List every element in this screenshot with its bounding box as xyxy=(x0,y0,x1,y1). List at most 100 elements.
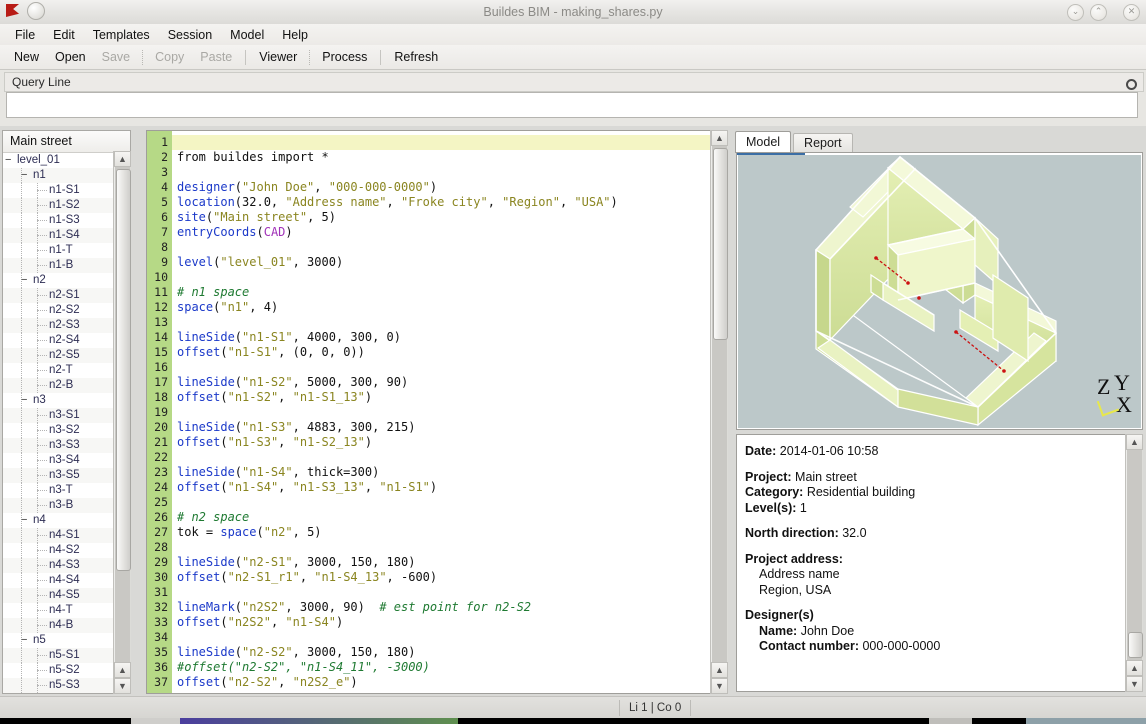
menu-templates[interactable]: Templates xyxy=(84,26,159,44)
tab-model[interactable]: Model xyxy=(735,131,791,153)
tree-body[interactable]: −level_01−n1n1-S1n1-S2n1-S3n1-S4n1-Tn1-B… xyxy=(3,153,130,694)
tree-item-n5[interactable]: −n5 xyxy=(3,633,130,648)
tree-item-n2-t[interactable]: n2-T xyxy=(3,363,130,378)
code-line[interactable]: offset("n1-S2", "n1-S1_13") xyxy=(172,390,711,405)
tree-item-n2-s3[interactable]: n2-S3 xyxy=(3,318,130,333)
code-editor[interactable]: 1234567891011121314151617181920212223242… xyxy=(147,131,711,693)
toolbar-viewer-button[interactable]: Viewer xyxy=(251,48,305,66)
tree-item-n1[interactable]: −n1 xyxy=(3,168,130,183)
report-scroll-thumb[interactable] xyxy=(1128,632,1143,658)
code-line[interactable] xyxy=(172,405,711,420)
tree-expander-icon[interactable]: − xyxy=(5,153,11,168)
tab-report[interactable]: Report xyxy=(793,133,853,153)
report-scroll-down-icon[interactable]: ▼ xyxy=(1126,676,1143,692)
tree-item-n3-s3[interactable]: n3-S3 xyxy=(3,438,130,453)
taskbar-item-1[interactable] xyxy=(131,718,180,724)
report-scrollbar[interactable]: ▲ ▲ ▼ xyxy=(1125,434,1143,692)
code-text-area[interactable]: from buildes import * designer("John Doe… xyxy=(172,131,711,693)
menu-edit[interactable]: Edit xyxy=(44,26,84,44)
tree-item-n2[interactable]: −n2 xyxy=(3,273,130,288)
code-line[interactable]: tok = space("n2", 5) xyxy=(172,525,711,540)
model-3d-view[interactable]: Z Y X xyxy=(738,155,1141,428)
tree-item-n3-s1[interactable]: n3-S1 xyxy=(3,408,130,423)
code-line[interactable]: # n2 space xyxy=(172,510,711,525)
tree-item-n1-t[interactable]: n1-T xyxy=(3,243,130,258)
tree-item-n4-s2[interactable]: n4-S2 xyxy=(3,543,130,558)
tree-item-n3-s4[interactable]: n3-S4 xyxy=(3,453,130,468)
tree-expander-icon[interactable]: − xyxy=(21,633,27,648)
code-line[interactable] xyxy=(172,540,711,555)
tree-scrollbar[interactable]: ▲ ▲ ▼ xyxy=(113,151,131,694)
code-line[interactable]: site("Main street", 5) xyxy=(172,210,711,225)
tree-item-n3-t[interactable]: n3-T xyxy=(3,483,130,498)
code-line[interactable]: level("level_01", 3000) xyxy=(172,255,711,270)
tree-item-n5-s1[interactable]: n5-S1 xyxy=(3,648,130,663)
tree-item-n2-s5[interactable]: n2-S5 xyxy=(3,348,130,363)
tree-item-n2-s1[interactable]: n2-S1 xyxy=(3,288,130,303)
editor-scroll-down-icon-a[interactable]: ▲ xyxy=(711,662,728,678)
code-line[interactable]: offset("n1-S3", "n1-S2_13") xyxy=(172,435,711,450)
code-line[interactable]: offset("n1-S1", (0, 0, 0)) xyxy=(172,345,711,360)
code-line[interactable]: offset("n2S2", "n1-S4") xyxy=(172,615,711,630)
code-line[interactable] xyxy=(172,240,711,255)
report-scroll-down-icon-a[interactable]: ▲ xyxy=(1126,660,1143,676)
taskbar-item-3[interactable] xyxy=(929,718,972,724)
code-line[interactable] xyxy=(172,270,711,285)
tree-scroll-thumb[interactable] xyxy=(116,169,131,571)
tree-item-n4-s4[interactable]: n4-S4 xyxy=(3,573,130,588)
toolbar-refresh-button[interactable]: Refresh xyxy=(386,48,446,66)
tree-item-n1-s2[interactable]: n1-S2 xyxy=(3,198,130,213)
model-viewer-panel[interactable]: Z Y X xyxy=(736,152,1143,430)
code-line[interactable]: lineMark("n2S2", 3000, 90) # est point f… xyxy=(172,600,711,615)
toolbar-new-button[interactable]: New xyxy=(6,48,47,66)
code-line[interactable] xyxy=(172,315,711,330)
code-line[interactable] xyxy=(172,360,711,375)
code-line[interactable]: #offset("n2-S2", "n1-S4_11", -3000) xyxy=(172,660,711,675)
tree-item-n4-b[interactable]: n4-B xyxy=(3,618,130,633)
code-line[interactable]: lineSide("n2-S1", 3000, 150, 180) xyxy=(172,555,711,570)
code-line[interactable]: offset("n2-S2", "n2S2_e") xyxy=(172,675,711,690)
code-line[interactable] xyxy=(172,165,711,180)
close-button[interactable]: ✕ xyxy=(1123,4,1140,21)
code-line[interactable]: offset("n2-S1_r1", "n1-S4_13", -600) xyxy=(172,570,711,585)
tree-item-n4[interactable]: −n4 xyxy=(3,513,130,528)
tree-item-n1-s4[interactable]: n1-S4 xyxy=(3,228,130,243)
menu-model[interactable]: Model xyxy=(221,26,273,44)
toolbar-open-button[interactable]: Open xyxy=(47,48,94,66)
code-line[interactable] xyxy=(172,135,711,150)
tree-expander-icon[interactable]: − xyxy=(21,513,27,528)
code-line[interactable]: location(32.0, "Address name", "Froke ci… xyxy=(172,195,711,210)
tree-scroll-down-icon-a[interactable]: ▲ xyxy=(114,662,131,678)
tree-item-n3-s5[interactable]: n3-S5 xyxy=(3,468,130,483)
tree-item-n4-s3[interactable]: n4-S3 xyxy=(3,558,130,573)
code-line[interactable]: lineSide("n1-S3", 4883, 300, 215) xyxy=(172,420,711,435)
editor-scrollbar[interactable]: ▲ ▲ ▼ xyxy=(710,130,728,694)
tree-item-n2-b[interactable]: n2-B xyxy=(3,378,130,393)
tree-scroll-up-icon[interactable]: ▲ xyxy=(114,151,131,167)
tree-item-n2-s4[interactable]: n2-S4 xyxy=(3,333,130,348)
tree-item-n4-s5[interactable]: n4-S5 xyxy=(3,588,130,603)
tree-item-n4-s1[interactable]: n4-S1 xyxy=(3,528,130,543)
tree-expander-icon[interactable]: − xyxy=(21,393,27,408)
code-line[interactable] xyxy=(172,450,711,465)
tree-scroll-down-icon[interactable]: ▼ xyxy=(114,678,131,694)
editor-scroll-up-icon[interactable]: ▲ xyxy=(711,130,728,146)
tree-expander-icon[interactable]: − xyxy=(21,273,27,288)
tree-item-n2-s2[interactable]: n2-S2 xyxy=(3,303,130,318)
code-line[interactable]: entryCoords(CAD) xyxy=(172,225,711,240)
tree-item-n3[interactable]: −n3 xyxy=(3,393,130,408)
query-input[interactable] xyxy=(6,92,1138,118)
tree-item-n3-b[interactable]: n3-B xyxy=(3,498,130,513)
taskbar-item-4[interactable] xyxy=(1026,718,1146,724)
tree-item-n4-t[interactable]: n4-T xyxy=(3,603,130,618)
maximize-button[interactable]: ⌃ xyxy=(1090,4,1107,21)
menu-file[interactable]: File xyxy=(6,26,44,44)
code-line[interactable]: lineSide("n1-S1", 4000, 300, 0) xyxy=(172,330,711,345)
editor-scroll-down-icon[interactable]: ▼ xyxy=(711,678,728,694)
tree-item-n1-s3[interactable]: n1-S3 xyxy=(3,213,130,228)
menu-help[interactable]: Help xyxy=(273,26,317,44)
code-line[interactable]: offset("n1-S4", "n1-S3_13", "n1-S1") xyxy=(172,480,711,495)
code-line[interactable]: from buildes import * xyxy=(172,150,711,165)
tree-item-level_01[interactable]: −level_01 xyxy=(3,153,130,168)
code-line[interactable]: lineSide("n2-S2", 3000, 150, 180) xyxy=(172,645,711,660)
